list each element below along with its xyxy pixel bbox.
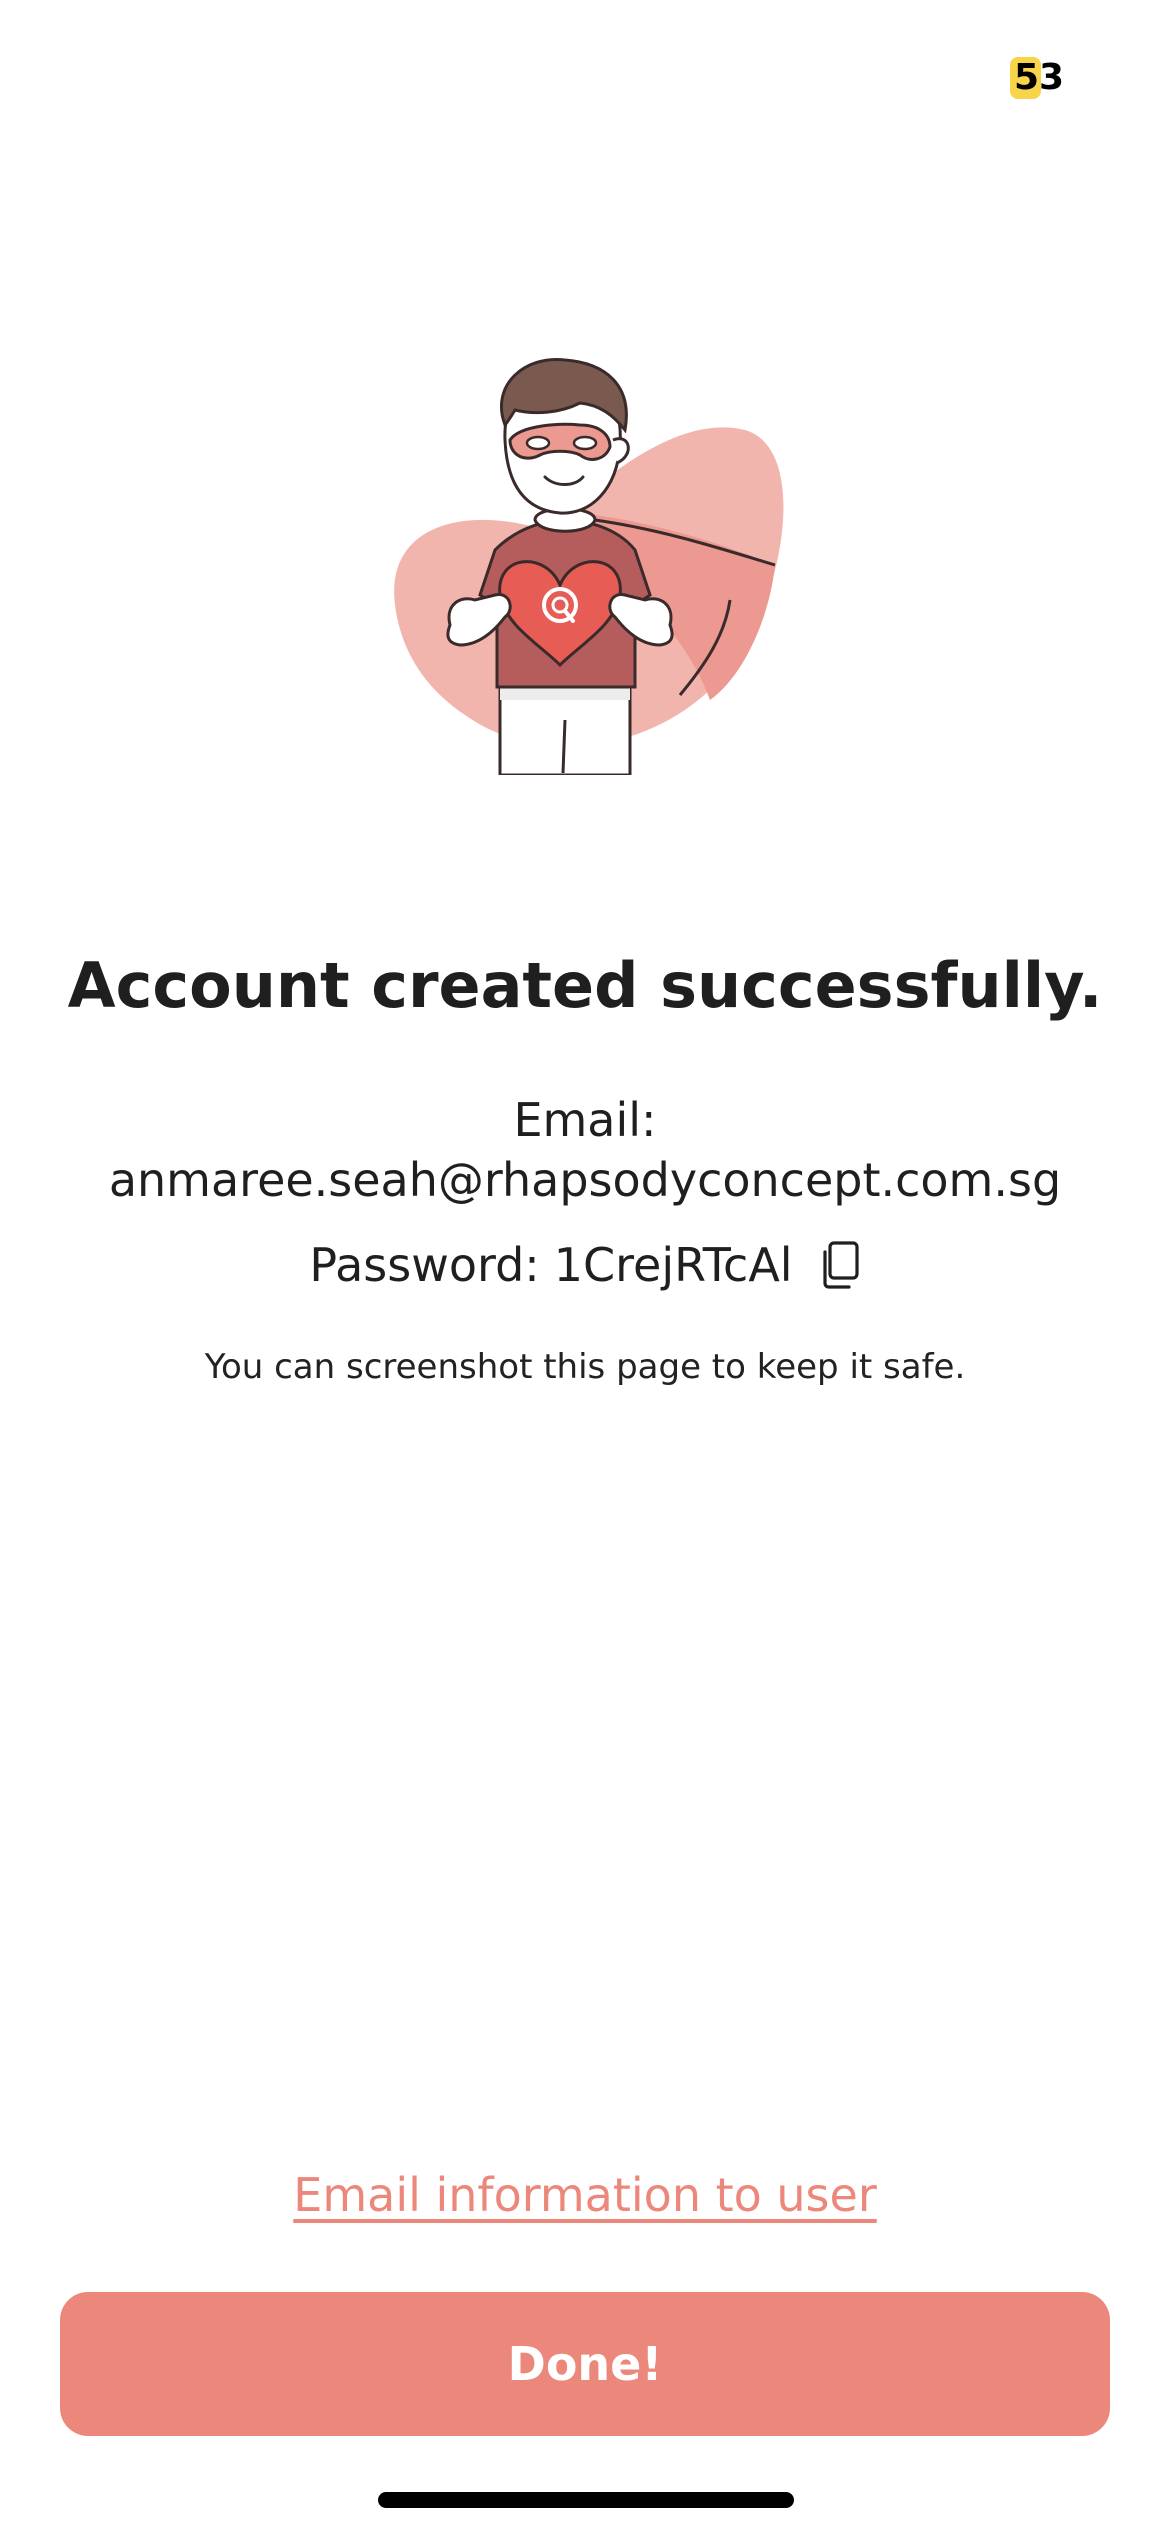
email-value: anmaree.seah@rhapsodyconcept.com.sg xyxy=(108,1153,1062,1207)
battery-indicator: 53 xyxy=(1010,57,1068,99)
email-info: Email: anmaree.seah@rhapsodyconcept.com.… xyxy=(0,1090,1170,1210)
done-button[interactable]: Done! xyxy=(60,2292,1110,2436)
superhero-heart-illustration xyxy=(394,357,784,775)
password-label: Password: xyxy=(309,1238,540,1292)
screenshot-hint: You can screenshot this page to keep it … xyxy=(204,1347,966,1387)
email-label: Email: xyxy=(513,1093,657,1147)
password-info: Password: 1CrejRTcAl xyxy=(0,1235,1170,1295)
battery-level: 53 xyxy=(1014,57,1065,98)
home-indicator xyxy=(378,2492,794,2508)
email-information-link[interactable]: Email information to user xyxy=(0,2160,1170,2230)
done-button-label: Done! xyxy=(507,2337,663,2391)
copy-icon[interactable] xyxy=(821,1241,861,1289)
password-value: 1CrejRTcAl xyxy=(553,1238,793,1292)
page-title: Account created successfully. xyxy=(67,949,1103,1022)
